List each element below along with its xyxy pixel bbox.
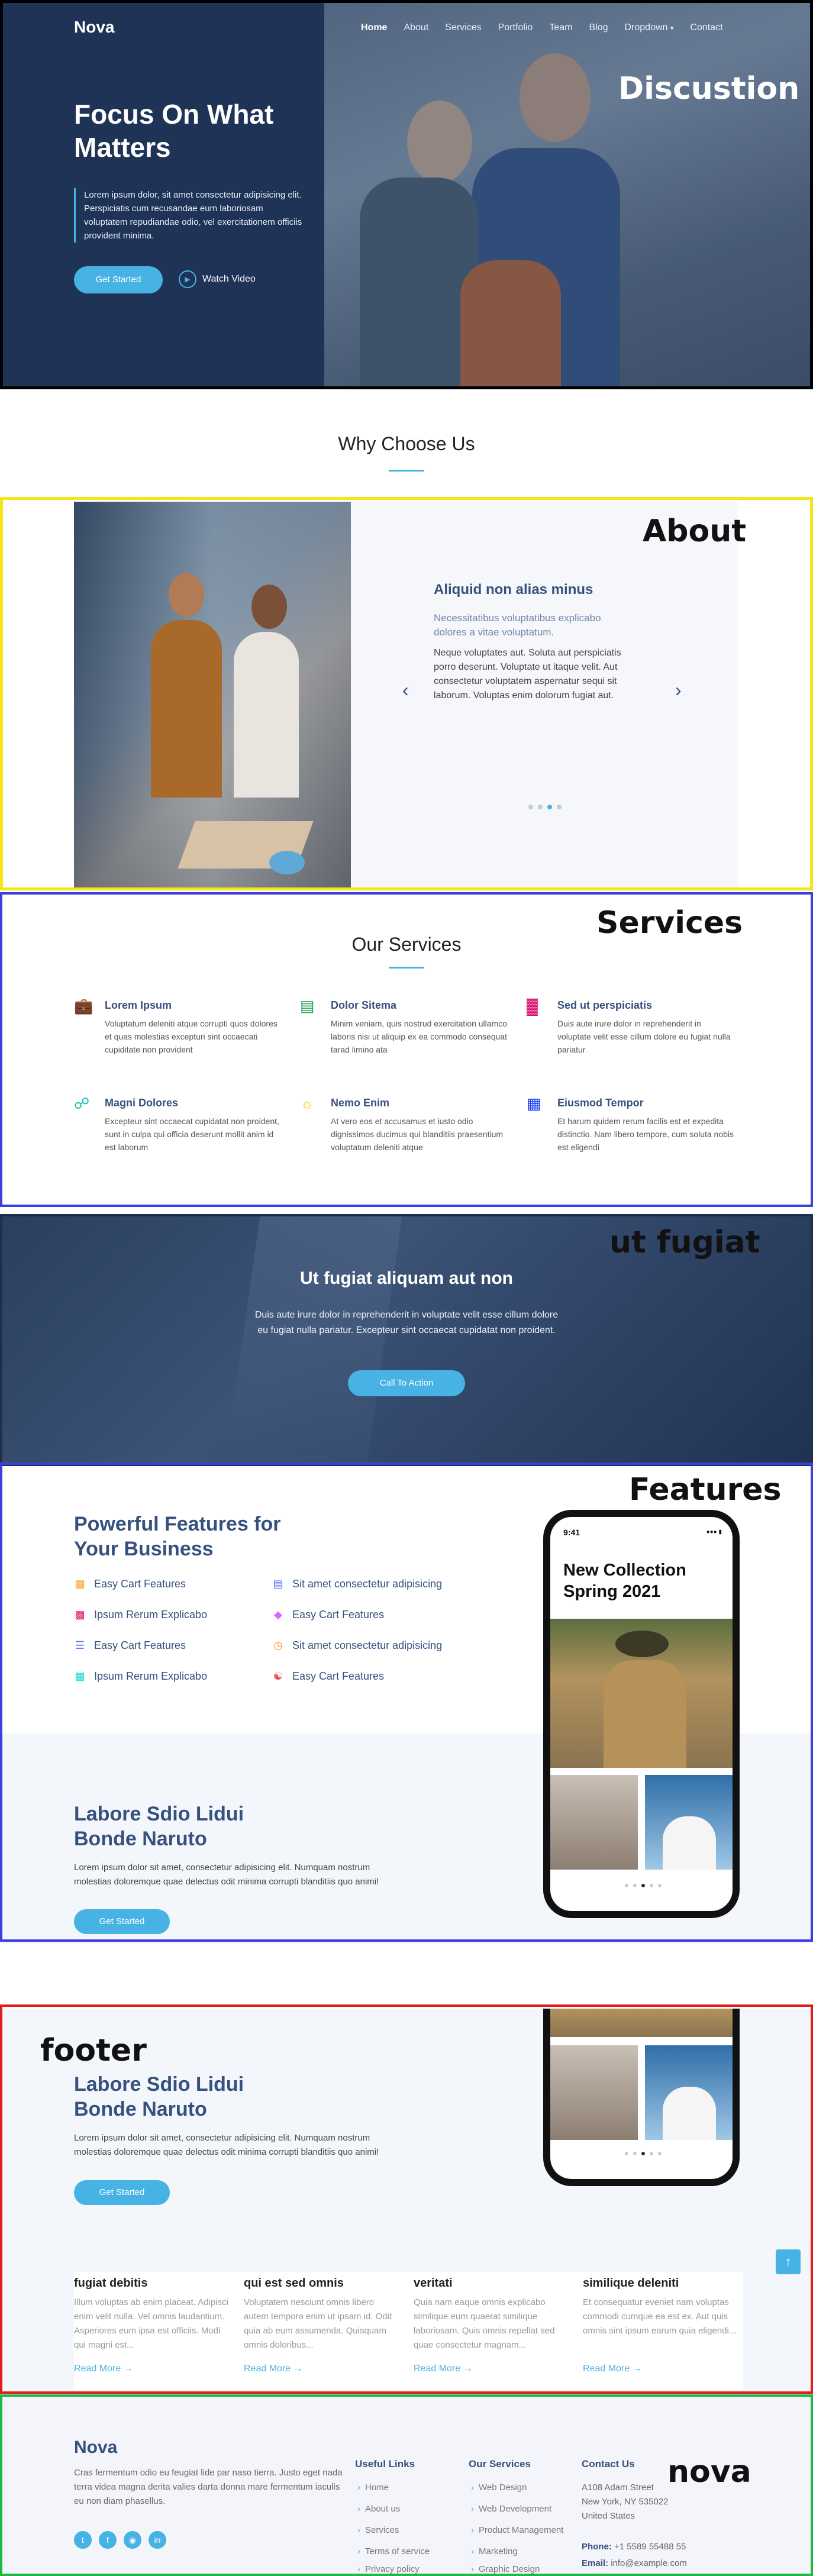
- annotation-frame-footer-section: [0, 2004, 813, 2394]
- annotation-frame-about: [0, 497, 813, 890]
- annotation-frame-cta: [0, 1214, 813, 1466]
- why-choose-title: Why Choose Us: [338, 433, 475, 454]
- why-title-underline: [389, 470, 424, 472]
- annotation-frame-features: [0, 1463, 813, 1942]
- annotation-frame-footer: [0, 2394, 813, 2576]
- annotation-frame-hero: [0, 0, 813, 389]
- annotation-frame-services: [0, 892, 813, 1207]
